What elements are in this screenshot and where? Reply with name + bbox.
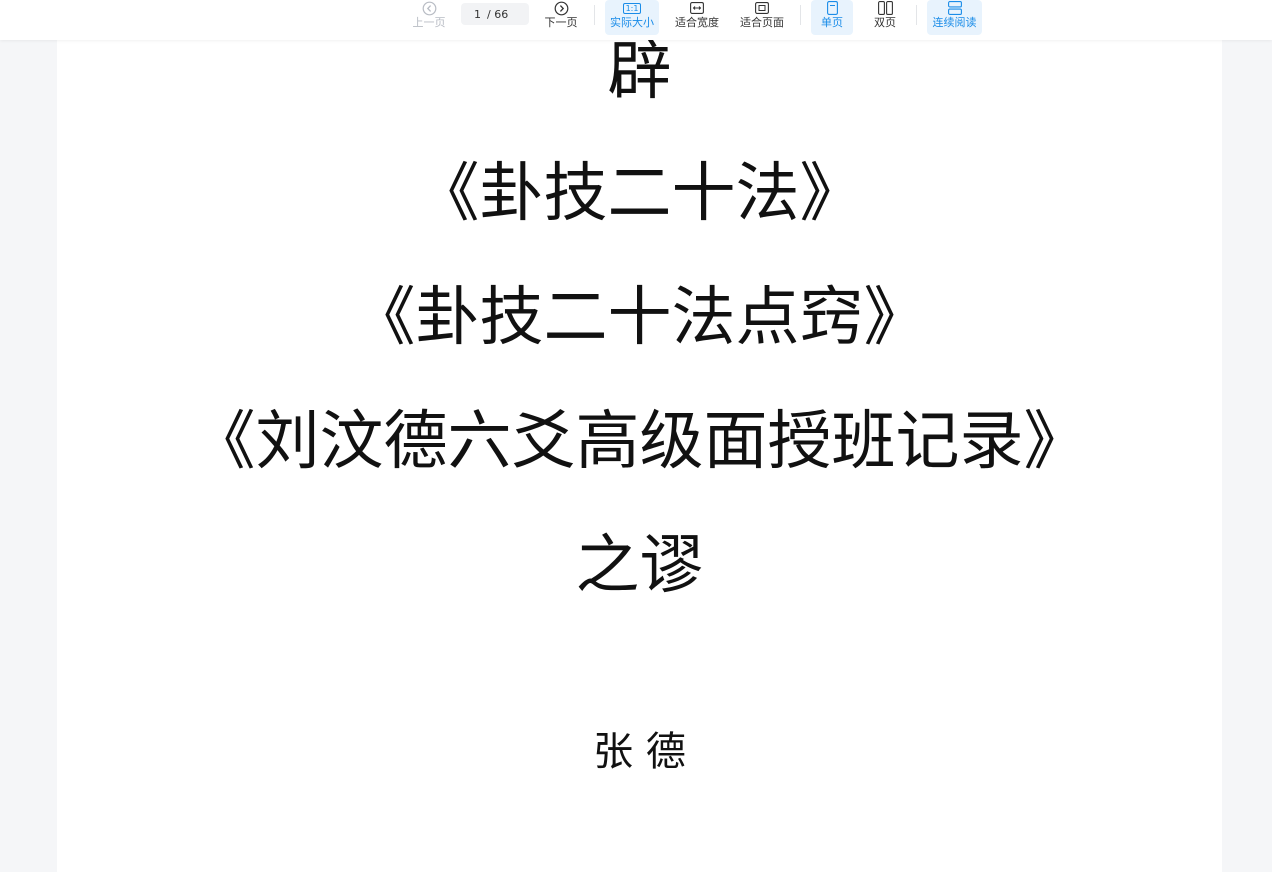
single-page-button[interactable]: 单页 bbox=[811, 0, 853, 35]
single-page-label: 单页 bbox=[821, 16, 843, 29]
next-page-button[interactable]: 下一页 bbox=[540, 0, 582, 35]
actual-size-button[interactable]: 1:1 实际大小 bbox=[605, 0, 659, 35]
actual-size-icon-text: 1:1 bbox=[622, 2, 642, 14]
title-line-5: 之谬 bbox=[575, 529, 704, 603]
actual-size-icon: 1:1 bbox=[622, 0, 642, 16]
fit-page-button[interactable]: 适合页面 bbox=[736, 0, 788, 35]
fit-width-button[interactable]: 适合宽度 bbox=[671, 0, 723, 35]
single-page-icon bbox=[826, 0, 838, 16]
page-total: / 66 bbox=[487, 7, 509, 21]
fit-page-icon bbox=[755, 0, 769, 16]
title-line-2: 《卦技二十法》 bbox=[415, 157, 864, 231]
toolbar-divider bbox=[594, 5, 595, 25]
continuous-reading-icon bbox=[947, 0, 962, 16]
double-page-label: 双页 bbox=[874, 16, 896, 29]
next-page-label: 下一页 bbox=[544, 16, 578, 29]
page-current[interactable]: 1 bbox=[461, 8, 481, 21]
fit-width-label: 适合宽度 bbox=[675, 16, 719, 29]
continuous-reading-label: 连续阅读 bbox=[932, 16, 977, 29]
continuous-reading-button[interactable]: 连续阅读 bbox=[927, 0, 982, 35]
pdf-viewer: 辟 《卦技二十法》 《卦技二十法点窍》 《刘汶德六爻高级面授班记录》 之谬 张 … bbox=[0, 0, 1272, 872]
page-number-field[interactable]: 1 / 66 bbox=[461, 3, 529, 25]
prev-page-button[interactable]: 上一页 bbox=[408, 0, 450, 35]
title-line-1: 辟 bbox=[607, 35, 672, 109]
title-line-4: 《刘汶德六爻高级面授班记录》 bbox=[191, 405, 1088, 479]
double-page-icon bbox=[877, 0, 893, 16]
chevron-left-circle-icon bbox=[422, 0, 437, 16]
toolbar-divider bbox=[800, 5, 801, 25]
chevron-right-circle-icon bbox=[554, 0, 569, 16]
fit-width-icon bbox=[690, 0, 704, 16]
author-name: 张 德 bbox=[593, 729, 686, 775]
prev-page-label: 上一页 bbox=[412, 16, 446, 29]
fit-page-label: 适合页面 bbox=[740, 16, 784, 29]
toolbar-divider bbox=[916, 5, 917, 25]
actual-size-label: 实际大小 bbox=[610, 16, 654, 29]
double-page-button[interactable]: 双页 bbox=[864, 0, 906, 35]
title-line-3: 《卦技二十法点窍》 bbox=[351, 281, 928, 355]
toolbar: 上一页 1 / 66 下一页 1:1 实际大小 适合宽度 适合页面 单页 双页 … bbox=[0, 0, 1272, 40]
